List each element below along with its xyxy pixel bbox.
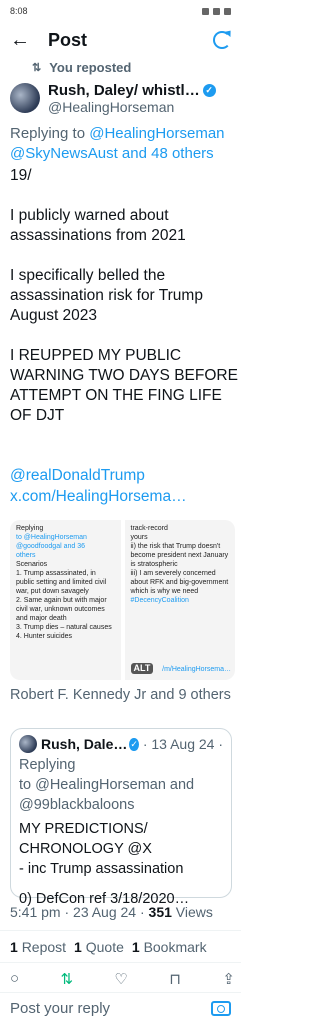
bookmarks-stat[interactable]: 1 Bookmark	[132, 939, 207, 955]
status-bar: 8:08	[0, 0, 241, 22]
media-grid: Replying to @HealingHorseman @goodfoodga…	[10, 520, 235, 680]
img-text: others	[16, 552, 36, 559]
img-text: iii) I am severely concerned about RFK a…	[130, 570, 229, 595]
quote-body: MY PREDICTIONS/ CHRONOLOGY @X - inc Trum…	[19, 819, 223, 909]
quote-reply-users: to @HealingHorseman and @99blackbaloons	[19, 777, 195, 813]
img-text: 4. Hunter suicides	[16, 633, 73, 640]
post-time-date: 5:41 pm · 23 Aug 24 ·	[10, 904, 149, 920]
img-text: to @HealingHorseman	[16, 534, 87, 541]
quote-tweet[interactable]: Rush, Dale… ✓ · 13 Aug 24 · Replying to …	[10, 728, 232, 907]
reply-bar: Post your reply	[0, 992, 241, 1024]
wifi-icon	[202, 7, 209, 15]
reply-icon[interactable]: ○	[10, 970, 19, 988]
repost-icon: ⇅	[32, 62, 42, 74]
media-image-left[interactable]: Replying to @HealingHorseman @goodfoodga…	[10, 520, 121, 680]
page-title: Post	[48, 29, 88, 50]
tweet-paragraph: I publicly warned about assassinations f…	[10, 207, 186, 244]
repost-action-icon[interactable]: ⇅	[60, 970, 73, 988]
views-count: 351	[148, 904, 172, 920]
replying-to: Replying to @HealingHorseman @SkyNewsAus…	[10, 124, 235, 164]
image-url: /m/HealingHorsema…	[162, 666, 231, 673]
tweet-links: @realDonaldTrump x.com/HealingHorsema…	[10, 465, 238, 507]
divider	[0, 962, 241, 963]
img-text: 3. Trump dies – natural causes	[16, 624, 112, 631]
quote-author-name: Rush, Dale…	[41, 736, 128, 752]
author-row[interactable]: Rush, Daley/ whistl… ✓ @HealingHorseman	[10, 80, 240, 116]
quote-avatar	[19, 735, 37, 753]
liked-by[interactable]: Robert F. Kennedy Jr and 9 others	[10, 686, 235, 705]
tweet-body: 19/ I publicly warned about assassinatio…	[10, 166, 238, 446]
quote-replying-to: Replying to @HealingHorseman and @99blac…	[19, 755, 223, 815]
url-link[interactable]: x.com/HealingHorsema…	[10, 486, 238, 507]
post-meta: 5:41 pm · 23 Aug 24 · 351 Views	[10, 904, 240, 920]
signal-icon	[213, 7, 220, 15]
battery-icon	[224, 7, 231, 15]
mention-link[interactable]: @realDonaldTrump	[10, 465, 238, 486]
alt-badge[interactable]: ALT	[130, 663, 154, 674]
media-image-right[interactable]: track-record yours ii) the risk that Tru…	[124, 520, 235, 680]
post-stats: 1 Repost 1 Quote 1 Bookmark	[10, 939, 240, 955]
reply-input[interactable]: Post your reply	[10, 1000, 211, 1017]
reposts-stat[interactable]: 1 Repost	[10, 939, 66, 955]
img-text: ii) the risk that Trump doesn't become p…	[130, 543, 229, 568]
like-icon[interactable]: ♡	[114, 970, 127, 988]
avatar[interactable]	[10, 83, 40, 113]
quote-date: · 13 Aug 24 ·	[142, 736, 223, 752]
status-time: 8:08	[10, 6, 28, 16]
header: ← Post	[0, 24, 241, 56]
views-label: Views	[171, 904, 213, 920]
img-text: 2. Same again but with major civil war, …	[16, 597, 107, 622]
verified-badge-icon: ✓	[202, 83, 216, 97]
repost-note-text: You reposted	[49, 60, 132, 75]
tweet-paragraph: I REUPPED MY PUBLIC WARNING TWO DAYS BEF…	[10, 347, 238, 424]
status-icons	[202, 7, 231, 15]
share-icon[interactable]: ⇪	[222, 970, 235, 988]
img-text: #DecencyCoalition	[130, 597, 189, 604]
divider	[0, 930, 241, 931]
quote-line: CHRONOLOGY @X	[19, 841, 152, 857]
back-arrow-icon[interactable]: ←	[10, 30, 36, 50]
action-bar: ○ ⇅ ♡ ⊓ ⇪	[10, 970, 235, 988]
img-text: 1. Trump assassinated, in public setting…	[16, 570, 107, 595]
author-name[interactable]: Rush, Daley/ whistl…	[48, 82, 200, 99]
tweet-paragraph: I specifically belled the assassination …	[10, 267, 203, 324]
quote-reply-prefix: Replying	[19, 757, 76, 773]
img-text: yours	[130, 534, 148, 541]
img-text: Scenarios	[16, 561, 48, 568]
quote-line: - inc Trump assassination	[19, 861, 184, 877]
replying-to-prefix: Replying to	[10, 125, 90, 142]
img-text: track-record	[130, 525, 168, 532]
author-handle[interactable]: @HealingHorseman	[48, 99, 216, 115]
bookmark-icon[interactable]: ⊓	[169, 970, 181, 988]
quote-line: MY PREDICTIONS/	[19, 821, 148, 837]
author-info: Rush, Daley/ whistl… ✓ @HealingHorseman	[48, 82, 216, 115]
img-text: @goodfoodgal and 36	[16, 543, 85, 550]
tweet-paragraph: 19/	[10, 167, 32, 184]
refresh-icon[interactable]	[213, 31, 231, 49]
verified-badge-icon: ✓	[129, 737, 139, 751]
camera-icon[interactable]	[211, 1001, 231, 1016]
quote-header: Rush, Dale… ✓ · 13 Aug 24 ·	[19, 735, 223, 753]
repost-note: ⇅ You reposted	[32, 60, 131, 75]
quotes-stat[interactable]: 1 Quote	[74, 939, 124, 955]
img-text: Replying	[16, 525, 44, 532]
author-name-row[interactable]: Rush, Daley/ whistl… ✓	[48, 82, 216, 99]
